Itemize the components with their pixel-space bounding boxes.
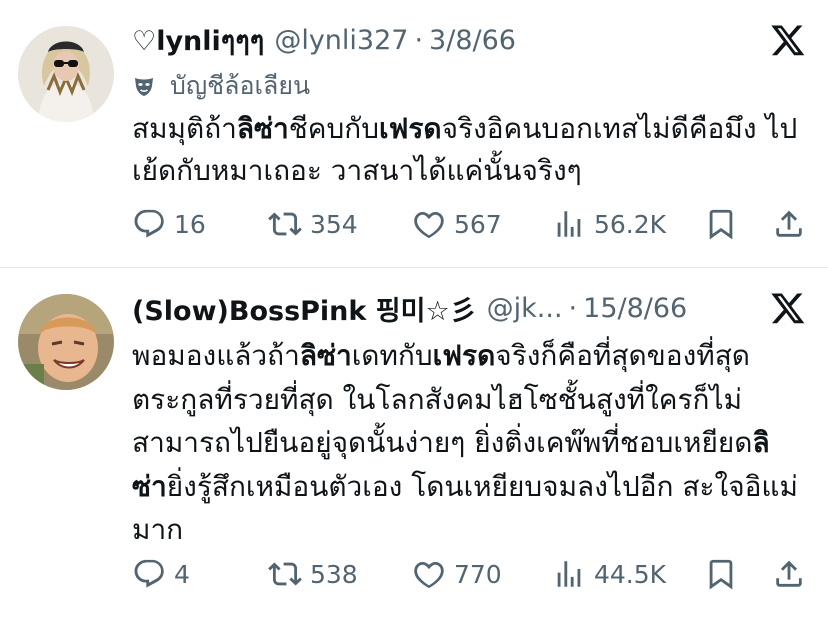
heart-icon bbox=[414, 561, 444, 589]
repost-icon bbox=[268, 212, 302, 236]
views-button[interactable]: 44.5K bbox=[552, 557, 666, 591]
reply-count: 4 bbox=[174, 559, 190, 589]
like-count: 770 bbox=[454, 559, 502, 589]
bookmark-icon bbox=[709, 209, 733, 240]
bookmark-button[interactable] bbox=[704, 557, 738, 591]
text-bold: ลิซ่า bbox=[236, 112, 289, 145]
text-bold: เฟรด bbox=[379, 112, 442, 145]
text-segment: สมมุติถ้า bbox=[132, 112, 237, 145]
avatar[interactable] bbox=[18, 26, 114, 122]
x-logo-icon[interactable] bbox=[770, 290, 806, 326]
like-count: 567 bbox=[454, 209, 502, 239]
views-count: 44.5K bbox=[594, 559, 667, 589]
timestamp[interactable]: 3/8/66 bbox=[429, 25, 516, 56]
views-icon bbox=[557, 211, 581, 237]
display-name[interactable]: (Slow)BossPink 핑미☆彡 bbox=[132, 289, 477, 328]
text-bold: เฟรด bbox=[432, 339, 496, 372]
text-segment: พอมองแล้วถ้า bbox=[132, 339, 300, 372]
share-button[interactable] bbox=[772, 207, 806, 241]
parody-label-text: บัญชีล้อเลียน bbox=[170, 71, 311, 100]
separator: · bbox=[568, 292, 578, 324]
timestamp[interactable]: 15/8/66 bbox=[583, 293, 687, 324]
repost-count: 354 bbox=[310, 209, 358, 239]
text-bold: ลิซ่า bbox=[299, 339, 352, 372]
views-count: 56.2K bbox=[594, 209, 667, 239]
bookmark-icon bbox=[709, 559, 733, 590]
separator: · bbox=[414, 24, 424, 56]
heart-icon bbox=[414, 211, 444, 239]
bookmark-button[interactable] bbox=[704, 207, 738, 241]
share-button[interactable] bbox=[772, 557, 806, 591]
reply-button[interactable]: 16 bbox=[132, 207, 206, 241]
display-name[interactable]: ♡lynliๆๆๆ bbox=[132, 19, 264, 62]
views-button[interactable]: 56.2K bbox=[552, 207, 666, 241]
tweet-header: (Slow)BossPink 핑미☆彡 @jk... · 15/8/66 bbox=[132, 288, 687, 328]
tweet-text: พอมองแล้วถ้าลิซ่าเดทกับเฟรดจริงก็คือที่ส… bbox=[132, 334, 804, 552]
tweet-actions: 16 354 567 56.2K bbox=[132, 204, 806, 244]
text-segment: เดทกับ bbox=[351, 339, 433, 372]
parody-account-label: บัญชีล้อเลียน bbox=[132, 66, 310, 106]
like-button[interactable]: 567 bbox=[412, 207, 502, 241]
tweet-text: สมมุติถ้าลิซ่าชีคบกับเฟรดจริงอิคนบอกเทสไ… bbox=[132, 108, 804, 192]
mask-icon bbox=[135, 78, 153, 96]
avatar[interactable] bbox=[18, 294, 114, 390]
like-button[interactable]: 770 bbox=[412, 557, 502, 591]
reply-count: 16 bbox=[174, 209, 206, 239]
text-segment: ชีคบกับ bbox=[288, 112, 379, 145]
repost-button[interactable]: 354 bbox=[268, 207, 358, 241]
repost-button[interactable]: 538 bbox=[268, 557, 358, 591]
tweet-2[interactable]: (Slow)BossPink 핑미☆彡 @jk... · 15/8/66 พอม… bbox=[0, 268, 828, 617]
reply-icon bbox=[134, 559, 164, 588]
handle[interactable]: @jk... bbox=[487, 293, 563, 324]
tweet-header: ♡lynliๆๆๆ @lynli327 · 3/8/66 bbox=[132, 20, 516, 60]
handle[interactable]: @lynli327 bbox=[274, 25, 408, 56]
reply-button[interactable]: 4 bbox=[132, 557, 190, 591]
repost-icon bbox=[268, 562, 302, 586]
x-logo-icon[interactable] bbox=[770, 22, 806, 58]
tweet-actions: 4 538 770 44.5K bbox=[132, 554, 806, 594]
share-icon bbox=[776, 210, 802, 237]
text-segment: ยิ่งรู้สึกเหมือนตัวเอง โดนเหยียบจมลงไปอี… bbox=[132, 469, 798, 547]
tweet-1[interactable]: ♡lynliๆๆๆ @lynli327 · 3/8/66 บัญชีล้อเลี… bbox=[0, 0, 828, 268]
views-icon bbox=[557, 561, 581, 587]
share-icon bbox=[776, 560, 802, 587]
reply-icon bbox=[134, 209, 164, 238]
repost-count: 538 bbox=[310, 559, 358, 589]
